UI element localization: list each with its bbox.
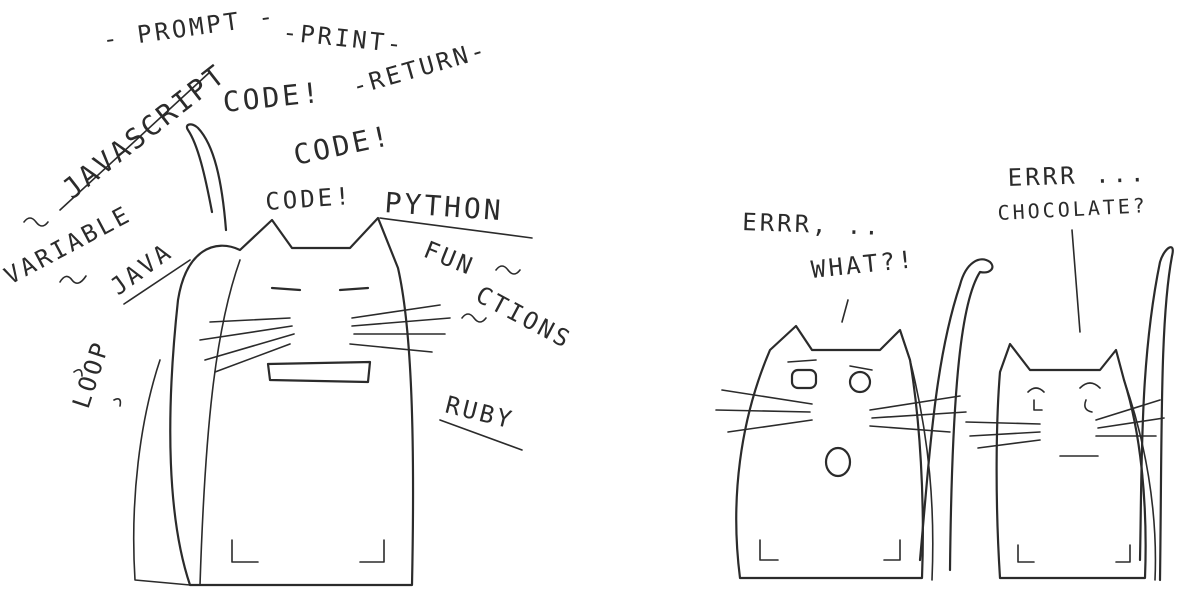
surprised-cat-brows [787, 359, 873, 371]
surprised-cat-drawing [715, 258, 994, 581]
dialogue: ERRR, .. WHAT?! ERRR ... CHOCOLATE? [742, 159, 1149, 284]
word-print: -PRINT- [281, 18, 405, 59]
big-cat-whiskers-right [349, 304, 451, 353]
dialogue-chocolate: CHOCOLATE? [997, 193, 1148, 225]
big-cat-mouth [266, 360, 372, 384]
word-functions-ctions: CTIONS [471, 281, 577, 355]
chocolate-cat-drawing [965, 229, 1174, 582]
dialogue-errr-left: ERRR, .. [742, 208, 882, 241]
squiggle-functions [495, 265, 521, 275]
chocolate-cat-whiskers-left [965, 421, 1041, 449]
word-loop: LOOP [67, 337, 115, 412]
surprised-cat-eye-right [848, 370, 872, 394]
big-cat-body [169, 216, 415, 587]
dialogue-what: WHAT?! [810, 245, 917, 284]
word-prompt: - PROMPT - [101, 2, 278, 54]
chocolate-cat-speech-line [1071, 229, 1081, 333]
big-cat-eye-left [270, 286, 302, 292]
big-cat-eye-right [338, 286, 370, 292]
word-code-2: CODE! [291, 119, 395, 172]
dialogue-errr-right: ERRR ... [1007, 159, 1147, 192]
squiggle-java [59, 275, 87, 284]
big-cat-tail [185, 123, 228, 232]
word-ruby: RUBY [443, 391, 517, 435]
squiggle-functions-2 [461, 313, 487, 323]
chocolate-cat-body [995, 342, 1147, 580]
chocolate-cat-eye-right [1079, 382, 1101, 413]
underline-javascript [59, 71, 211, 211]
surprised-cat-feet [759, 539, 901, 561]
chocolate-cat-feet [1017, 544, 1131, 563]
surprised-cat-mouth [824, 446, 852, 478]
cat-comic-illustration: - PROMPT - -PRINT- JAVASCRIPT CODE! -RET… [0, 2, 1174, 587]
surprised-cat-speech-line [841, 299, 849, 323]
big-cat-feet [231, 539, 385, 563]
word-code-3: CODE! [264, 182, 353, 216]
word-functions-fun: FUN [420, 236, 479, 282]
word-java: JAVA [105, 237, 178, 301]
programming-words: - PROMPT - -PRINT- JAVASCRIPT CODE! -RET… [0, 2, 577, 451]
word-code-1: CODE! [221, 76, 323, 119]
surprised-cat-whiskers-left [715, 389, 813, 433]
squiggle-variable [23, 217, 49, 227]
big-cat-front-line [199, 259, 241, 586]
surprised-cat-eye-left [790, 368, 818, 390]
chocolate-cat-eye-left [1027, 387, 1045, 411]
